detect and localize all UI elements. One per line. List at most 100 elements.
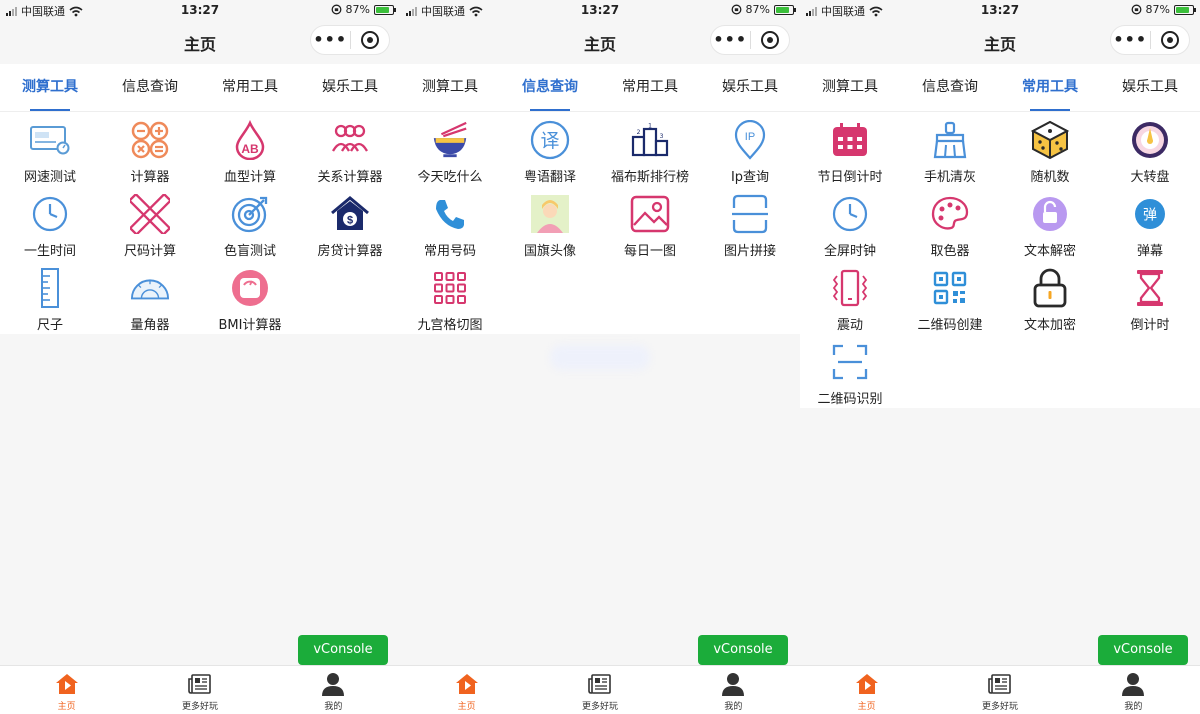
svg-text:3: 3	[660, 133, 664, 140]
tool-label: 二维码创建	[917, 318, 983, 333]
tool-item[interactable]: 尺码计算	[100, 186, 200, 260]
tool-item[interactable]: 量角器	[100, 260, 200, 334]
bottom-tab-bar: 主页 更多好玩 我的	[0, 665, 400, 714]
tabbar-item-0[interactable]: 主页	[0, 666, 133, 714]
tab-1[interactable]: 信息查询	[500, 64, 600, 111]
tool-item[interactable]: 取色器	[900, 186, 1000, 260]
tool-item[interactable]: 今天吃什么	[400, 112, 500, 186]
svg-text:$: $	[347, 215, 353, 227]
tool-item[interactable]: 常用号码	[400, 186, 500, 260]
tool-item[interactable]: 大转盘	[1100, 112, 1200, 186]
tool-item[interactable]: $ 房贷计算器	[300, 186, 400, 260]
tool-item[interactable]: 关系计算器	[300, 112, 400, 186]
target-close-icon	[760, 31, 779, 49]
tool-item[interactable]: 国旗头像	[500, 186, 600, 260]
more-menu-button[interactable]: •••	[1111, 26, 1150, 54]
tool-label: 福布斯排行榜	[610, 170, 689, 185]
tool-item[interactable]: 震动	[800, 260, 900, 334]
tab-0[interactable]: 测算工具	[400, 64, 500, 111]
tool-item[interactable]: 色盲测试	[200, 186, 300, 260]
tool-item[interactable]: 二维码识别	[800, 334, 900, 408]
tool-label: 全屏时钟	[823, 244, 876, 259]
tabbar-item-2[interactable]: 我的	[1067, 666, 1200, 714]
battery-icon	[774, 4, 796, 15]
tabbar-item-0[interactable]: 主页	[400, 666, 533, 714]
news-icon	[987, 671, 1013, 697]
tool-item[interactable]: 计算器	[100, 112, 200, 186]
tool-grid: 今天吃什么 译粤语翻译 2 1 3 福布斯排行榜 IP Ip查询常用号码 国旗头像 每日一图 图片拼…	[400, 112, 800, 334]
tabbar-label: 主页	[57, 702, 76, 712]
ip-pin-icon: IP	[730, 120, 770, 160]
tabbar-item-1[interactable]: 更多好玩	[133, 666, 266, 714]
tab-0[interactable]: 测算工具	[0, 64, 100, 111]
tool-item[interactable]: 二维码创建	[900, 260, 1000, 334]
tool-item[interactable]: 弹弹幕	[1100, 186, 1200, 260]
vconsole-button[interactable]: vConsole	[1098, 635, 1188, 665]
status-bar: 中国联通 13:27 87%	[0, 0, 400, 20]
podium-icon: 21 3	[630, 120, 670, 160]
tool-item[interactable]: 文本解密	[1000, 186, 1100, 260]
tabbar-item-2[interactable]: 我的	[267, 666, 400, 714]
tabbar-item-0[interactable]: 主页	[800, 666, 933, 714]
tool-item[interactable]: 九宫格切图	[400, 260, 500, 334]
unlock-icon	[1030, 194, 1070, 234]
tool-label: 房贷计算器	[317, 244, 383, 259]
close-miniprogram-button[interactable]	[1150, 31, 1189, 49]
tool-label: Ip查询	[730, 170, 770, 185]
tool-item[interactable]: 图片拼接	[700, 186, 800, 260]
news-icon	[587, 671, 613, 697]
close-miniprogram-button[interactable]	[750, 31, 789, 49]
tool-item[interactable]: 节日倒计时	[800, 112, 900, 186]
clock-icon	[30, 194, 70, 234]
tabbar-item-1[interactable]: 更多好玩	[933, 666, 1066, 714]
tool-item[interactable]: BMI计算器	[200, 260, 300, 334]
navigation-bar: 主页 •••	[0, 20, 400, 64]
tab-3[interactable]: 娱乐工具	[700, 64, 800, 111]
phone-icon	[430, 194, 470, 234]
tab-1[interactable]: 信息查询	[100, 64, 200, 111]
tool-item[interactable]: 倒计时	[1100, 260, 1200, 334]
tool-label: 每日一图	[623, 244, 676, 259]
tabbar-item-1[interactable]: 更多好玩	[533, 666, 666, 714]
tab-2[interactable]: 常用工具	[200, 64, 300, 111]
tool-item[interactable]: 网速测试	[0, 112, 100, 186]
battery-percent: 87%	[1145, 3, 1170, 16]
tool-item[interactable]: 手机清灰	[900, 112, 1000, 186]
tab-2[interactable]: 常用工具	[600, 64, 700, 111]
close-miniprogram-button[interactable]	[350, 31, 389, 49]
screen-common-tools: 中国联通 13:27 87% 主页 ••• 测算工具 信息查询 常用工具 娱乐工具 节…	[800, 0, 1200, 714]
tool-item[interactable]: 一生时间	[0, 186, 100, 260]
tool-item[interactable]: IP Ip查询	[700, 112, 800, 186]
tool-item[interactable]: 文本加密	[1000, 260, 1100, 334]
more-menu-button[interactable]: •••	[711, 26, 750, 54]
tool-item[interactable]: 每日一图	[600, 186, 700, 260]
more-menu-button[interactable]: •••	[311, 26, 350, 54]
tool-item[interactable]: AB 血型计算	[200, 112, 300, 186]
tool-item[interactable]: 译粤语翻译	[500, 112, 600, 186]
tab-3[interactable]: 娱乐工具	[1100, 64, 1200, 111]
target-icon	[230, 194, 270, 234]
tool-label: 取色器	[930, 244, 970, 259]
tool-label: 今天吃什么	[417, 170, 483, 185]
calendar-icon	[830, 120, 870, 160]
tool-item[interactable]: 2 1 3 福布斯排行榜	[600, 112, 700, 186]
tool-item[interactable]: 全屏时钟	[800, 186, 900, 260]
tool-label: 一生时间	[23, 244, 76, 259]
tab-1[interactable]: 信息查询	[900, 64, 1000, 111]
tab-3[interactable]: 娱乐工具	[300, 64, 400, 111]
tool-label: 文本加密	[1023, 318, 1076, 333]
tool-label: 粤语翻译	[523, 170, 576, 185]
tabbar-item-2[interactable]: 我的	[667, 666, 800, 714]
vconsole-button[interactable]: vConsole	[298, 635, 388, 665]
tool-item[interactable]: 尺子	[0, 260, 100, 334]
tool-label: 二维码识别	[817, 392, 883, 407]
vconsole-button[interactable]: vConsole	[698, 635, 788, 665]
tabbar-label: 我的	[324, 702, 343, 712]
tab-2[interactable]: 常用工具	[1000, 64, 1100, 111]
home-icon	[854, 671, 880, 697]
tool-label: 常用号码	[423, 244, 476, 259]
tab-0[interactable]: 测算工具	[800, 64, 900, 111]
bottom-tab-bar: 主页 更多好玩 我的	[800, 665, 1200, 714]
tabbar-label: 更多好玩	[981, 702, 1018, 712]
tool-item[interactable]: 随机数	[1000, 112, 1100, 186]
